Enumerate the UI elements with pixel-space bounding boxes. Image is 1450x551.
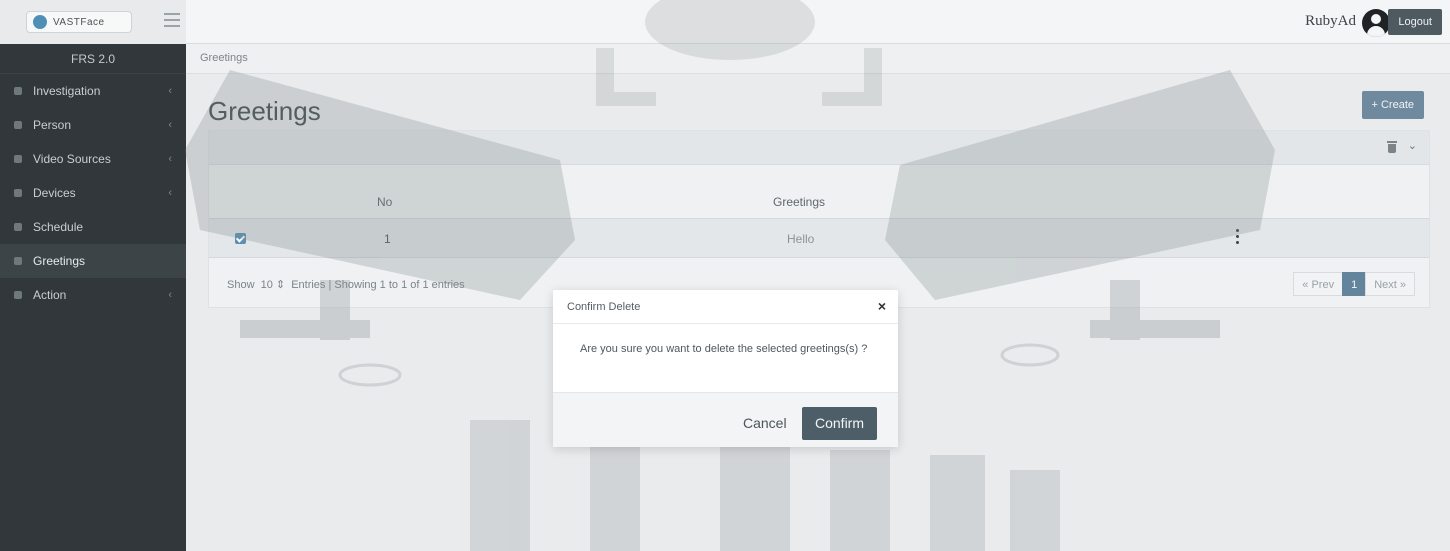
- dialog-header: Confirm Delete ×: [553, 290, 898, 324]
- pagination: « Prev 1 Next »: [1293, 272, 1415, 296]
- logout-button[interactable]: Logout: [1388, 9, 1442, 35]
- next-page-button[interactable]: Next »: [1365, 272, 1415, 296]
- dialog-message: Are you sure you want to delete the sele…: [580, 343, 868, 355]
- logo-area: VASTFace: [0, 0, 186, 44]
- sidebar-item-action[interactable]: Action ‹: [0, 278, 186, 312]
- page-size-select[interactable]: 10 ⇕: [261, 278, 286, 291]
- sidebar-item-label: Action: [33, 288, 67, 302]
- dialog-title: Confirm Delete: [567, 301, 641, 313]
- page-title: Greetings: [208, 96, 321, 126]
- sidebar-item-person[interactable]: Person ‹: [0, 108, 186, 142]
- sidebar-item-devices[interactable]: Devices ‹: [0, 176, 186, 210]
- greetings-icon: [14, 257, 22, 265]
- close-icon[interactable]: ×: [878, 298, 886, 314]
- sidebar: FRS 2.0 Investigation ‹ Person ‹ Video S…: [0, 44, 186, 551]
- chevron-left-icon: ‹: [168, 289, 172, 301]
- pagination-info: Show 10 ⇕ Entries | Showing 1 to 1 of 1 …: [227, 278, 465, 291]
- person-icon: [14, 121, 22, 129]
- row-number: 1: [384, 232, 391, 246]
- logo-text: VASTFace: [53, 16, 105, 28]
- dialog-body: Are you sure you want to delete the sele…: [553, 324, 898, 392]
- row-checkbox[interactable]: [235, 233, 246, 244]
- sidebar-item-label: Video Sources: [33, 152, 111, 166]
- sidebar-item-label: Devices: [33, 186, 76, 200]
- confirm-button[interactable]: Confirm: [802, 407, 878, 440]
- show-label: Show: [227, 279, 255, 291]
- table-row[interactable]: 1 Hello: [209, 218, 1429, 258]
- video-icon: [14, 155, 22, 163]
- page-size-value: 10: [260, 279, 273, 291]
- row-greeting: Hello: [787, 232, 815, 246]
- trash-icon[interactable]: [1387, 141, 1397, 153]
- sidebar-title: FRS 2.0: [0, 44, 186, 74]
- sidebar-item-investigation[interactable]: Investigation ‹: [0, 74, 186, 108]
- prev-page-button[interactable]: « Prev: [1293, 272, 1344, 296]
- more-vertical-icon[interactable]: [1236, 229, 1240, 245]
- dialog-footer: Cancel Confirm: [553, 392, 898, 447]
- investigation-icon: [14, 87, 22, 95]
- breadcrumb[interactable]: Greetings: [200, 52, 248, 64]
- confirm-delete-dialog: Confirm Delete × Are you sure you want t…: [553, 290, 898, 447]
- sidebar-item-label: Investigation: [33, 84, 101, 98]
- top-navbar: VASTFace RubyAd Logout: [0, 0, 1450, 44]
- breadcrumb-bar: Greetings: [186, 44, 1450, 74]
- sidebar-item-label: Greetings: [33, 254, 86, 268]
- column-header-greetings[interactable]: Greetings: [773, 195, 825, 209]
- chevron-left-icon: ‹: [168, 119, 172, 131]
- action-icon: [14, 291, 22, 299]
- sidebar-item-label: Schedule: [33, 220, 84, 234]
- cancel-button[interactable]: Cancel: [735, 407, 795, 439]
- create-button[interactable]: + Create: [1361, 91, 1424, 119]
- user-name: RubyAd: [1305, 13, 1356, 29]
- app-logo[interactable]: VASTFace: [26, 11, 132, 33]
- page-button-current[interactable]: 1: [1342, 272, 1367, 296]
- chevron-down-icon[interactable]: ⌄: [1408, 139, 1417, 152]
- table-header: No Greetings: [209, 187, 1429, 217]
- chevron-left-icon: ‹: [168, 153, 172, 165]
- logo-mark-icon: [33, 15, 47, 29]
- sidebar-item-video-sources[interactable]: Video Sources ‹: [0, 142, 186, 176]
- entries-summary: Showing 1 to 1 of 1 entries: [334, 279, 465, 291]
- entries-label: Entries: [291, 279, 326, 291]
- calendar-icon: [14, 223, 22, 231]
- chevron-left-icon: ‹: [168, 187, 172, 199]
- menu-toggle-icon[interactable]: [164, 13, 180, 27]
- sidebar-item-schedule[interactable]: Schedule: [0, 210, 186, 244]
- greetings-panel: ⌄ No Greetings 1 Hello Show 10 ⇕ Entries…: [208, 130, 1430, 308]
- sidebar-item-label: Person: [33, 118, 72, 132]
- column-header-no[interactable]: No: [377, 195, 392, 209]
- chevron-left-icon: ‹: [168, 85, 172, 97]
- panel-toolbar: ⌄: [209, 131, 1429, 165]
- devices-icon: [14, 189, 22, 197]
- sidebar-item-greetings[interactable]: Greetings: [0, 244, 186, 278]
- user-avatar-icon[interactable]: [1362, 9, 1390, 37]
